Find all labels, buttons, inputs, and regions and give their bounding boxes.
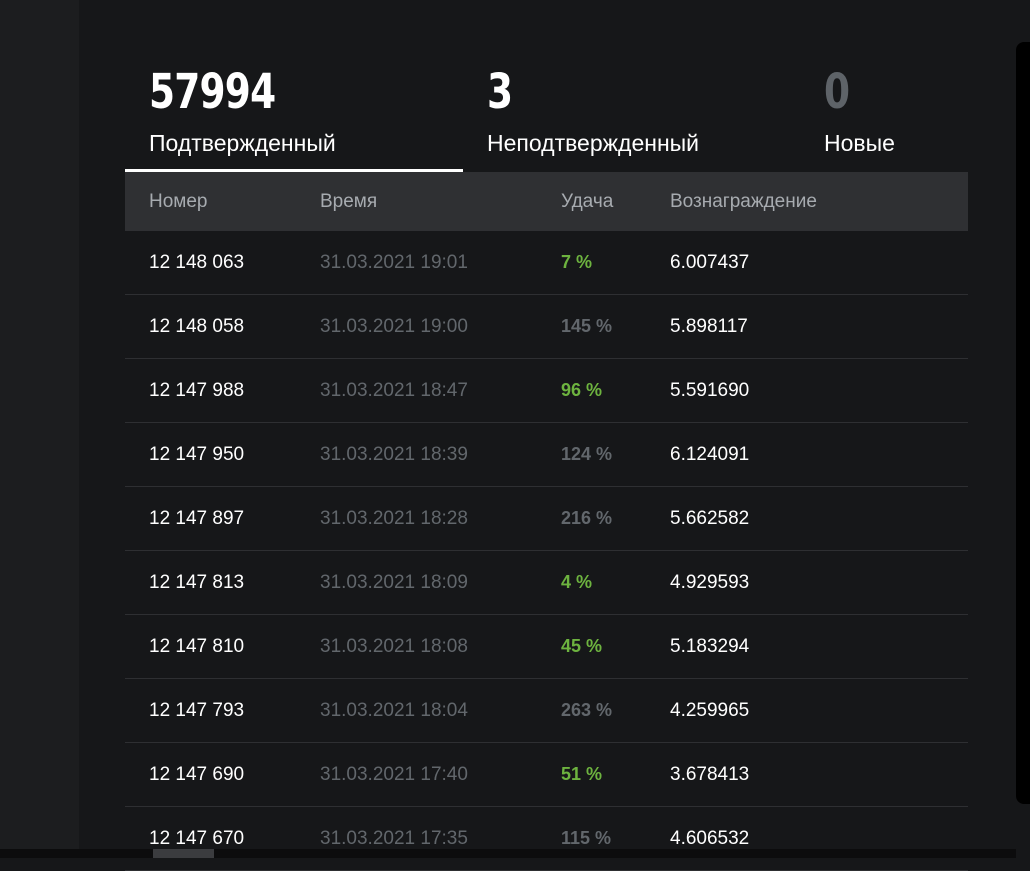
- header-number: Номер: [149, 191, 208, 212]
- stats-tabs: 57994 Подтвержденный 3 Неподтвержденный …: [125, 58, 968, 172]
- block-number: 12 147 897: [149, 508, 245, 529]
- block-luck: 216 %: [561, 508, 613, 528]
- block-luck: 45 %: [561, 636, 603, 656]
- block-number: 12 147 793: [149, 700, 245, 721]
- block-time: 31.03.2021 18:28: [320, 508, 468, 529]
- block-number: 12 147 988: [149, 380, 245, 401]
- block-reward: 6.007437: [670, 252, 750, 273]
- block-time: 31.03.2021 17:35: [320, 828, 468, 849]
- block-reward: 4.929593: [670, 572, 750, 593]
- table-row[interactable]: 12 148 063 31.03.2021 19:01 7 % 6.007437: [125, 231, 968, 295]
- block-luck: 145 %: [561, 316, 613, 336]
- block-luck: 7 %: [561, 252, 593, 272]
- horizontal-scrollbar-thumb[interactable]: [153, 849, 214, 858]
- block-time: 31.03.2021 17:40: [320, 764, 468, 785]
- unconfirmed-label: Неподтвержденный: [487, 130, 700, 156]
- table-header: Номер Время Удача Вознаграждение: [125, 172, 968, 231]
- block-number: 12 147 813: [149, 572, 245, 593]
- block-time: 31.03.2021 19:01: [320, 252, 468, 273]
- table-row[interactable]: 12 147 670 31.03.2021 17:35 115 % 4.606532: [125, 807, 968, 871]
- block-number: 12 147 810: [149, 636, 245, 657]
- block-luck: 51 %: [561, 764, 603, 784]
- new-count: 0: [824, 64, 850, 120]
- block-reward: 5.591690: [670, 380, 750, 401]
- block-luck: 96 %: [561, 380, 603, 400]
- block-luck: 124 %: [561, 444, 613, 464]
- table-row[interactable]: 12 147 793 31.03.2021 18:04 263 % 4.259965: [125, 679, 968, 743]
- block-reward: 5.898117: [670, 316, 748, 337]
- block-number: 12 147 670: [149, 828, 245, 849]
- block-reward: 4.606532: [670, 828, 750, 849]
- table-body: 12 148 063 31.03.2021 19:01 7 % 6.007437 12 …: [125, 231, 968, 871]
- block-luck: 4 %: [561, 572, 593, 592]
- confirmed-label: Подтвержденный: [149, 130, 336, 156]
- tab-confirmed[interactable]: 57994 Подтвержденный: [125, 58, 463, 172]
- table-row[interactable]: 12 147 950 31.03.2021 18:39 124 % 6.124091: [125, 423, 968, 487]
- block-time: 31.03.2021 18:04: [320, 700, 468, 721]
- block-luck: 115 %: [561, 828, 612, 848]
- block-number: 12 148 063: [149, 252, 245, 273]
- table-row[interactable]: 12 147 988 31.03.2021 18:47 96 % 5.591690: [125, 359, 968, 423]
- horizontal-scrollbar[interactable]: [0, 849, 1016, 858]
- block-number: 12 148 058: [149, 316, 245, 337]
- table-row[interactable]: 12 147 810 31.03.2021 18:08 45 % 5.183294: [125, 615, 968, 679]
- left-sidebar: [0, 0, 79, 858]
- block-reward: 5.183294: [670, 636, 750, 657]
- confirmed-count: 57994: [149, 64, 276, 120]
- header-time: Время: [320, 191, 378, 212]
- header-luck: Удача: [561, 191, 614, 212]
- block-time: 31.03.2021 19:00: [320, 316, 468, 337]
- block-number: 12 147 950: [149, 444, 245, 465]
- right-side-panel: [1016, 42, 1030, 804]
- table-row[interactable]: 12 147 897 31.03.2021 18:28 216 % 5.662582: [125, 487, 968, 551]
- table-row[interactable]: 12 147 690 31.03.2021 17:40 51 % 3.678413: [125, 743, 968, 807]
- block-reward: 6.124091: [670, 444, 750, 465]
- blocks-table: Номер Время Удача Вознаграждение 12 148 …: [125, 172, 968, 871]
- block-number: 12 147 690: [149, 764, 245, 785]
- block-time: 31.03.2021 18:08: [320, 636, 468, 657]
- block-luck: 263 %: [561, 700, 613, 720]
- block-time: 31.03.2021 18:09: [320, 572, 468, 593]
- new-label: Новые: [824, 130, 895, 156]
- tab-unconfirmed[interactable]: 3 Неподтвержденный: [463, 58, 801, 172]
- block-time: 31.03.2021 18:39: [320, 444, 468, 465]
- unconfirmed-count: 3: [487, 64, 513, 120]
- block-time: 31.03.2021 18:47: [320, 380, 468, 401]
- table-row[interactable]: 12 148 058 31.03.2021 19:00 145 % 5.898117: [125, 295, 968, 359]
- block-reward: 5.662582: [670, 508, 750, 529]
- block-reward: 4.259965: [670, 700, 750, 721]
- tab-new[interactable]: 0 Новые: [801, 58, 968, 172]
- table-row[interactable]: 12 147 813 31.03.2021 18:09 4 % 4.929593: [125, 551, 968, 615]
- block-reward: 3.678413: [670, 764, 750, 785]
- header-reward: Вознаграждение: [670, 191, 817, 212]
